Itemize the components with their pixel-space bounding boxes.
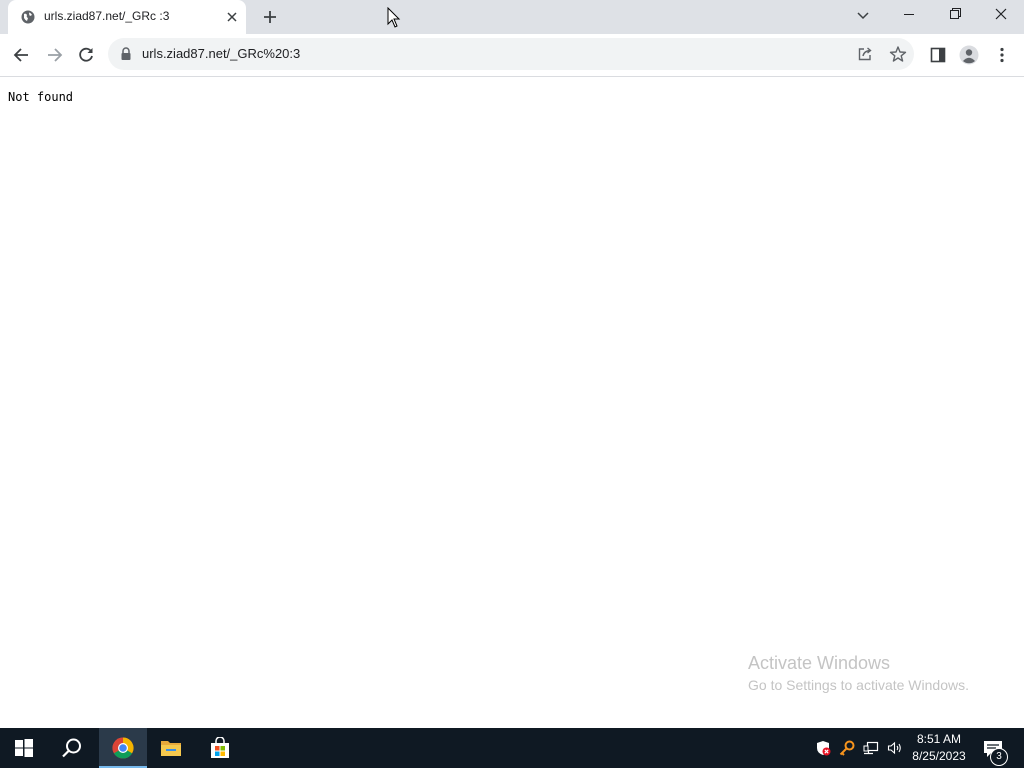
watermark-title: Activate Windows — [748, 653, 891, 673]
profile-icon[interactable] — [959, 45, 979, 65]
address-bar[interactable]: urls.ziad87.net/_GRc%20:3 — [108, 38, 914, 70]
folder-icon — [161, 741, 181, 756]
back-arrow-icon[interactable] — [12, 45, 32, 65]
chrome-icon — [112, 737, 134, 759]
tab-title: urls.ziad87.net/_GRc :3 — [44, 9, 170, 23]
watermark-subtitle: Go to Settings to activate Windows. — [748, 677, 969, 693]
browser-toolbar: urls.ziad87.net/_GRc%20:3 — [0, 34, 1024, 77]
tab-search-chevron-icon[interactable] — [854, 6, 872, 24]
microsoft-store-button[interactable] — [196, 728, 244, 768]
search-icon — [62, 738, 81, 758]
tab-strip: urls.ziad87.net/_GRc :3 — [0, 0, 1024, 34]
file-explorer-button[interactable] — [147, 728, 195, 768]
clock-time: 8:51 AM — [916, 732, 962, 746]
taskbar: 8:51 AM 8/25/2023 3 — [0, 728, 1024, 768]
windows-logo-icon — [15, 739, 33, 757]
kebab-menu-icon[interactable] — [992, 45, 1012, 65]
share-icon[interactable] — [857, 46, 873, 62]
browser-tab[interactable]: urls.ziad87.net/_GRc :3 — [8, 0, 246, 34]
volume-icon[interactable] — [887, 740, 903, 756]
store-bag-icon — [211, 737, 229, 758]
activate-windows-watermark: Activate Windows Go to Settings to activ… — [748, 652, 969, 695]
lock-icon[interactable] — [120, 47, 132, 61]
forward-arrow-icon[interactable] — [44, 45, 64, 65]
chrome-taskbar-button[interactable] — [99, 728, 147, 768]
network-icon[interactable] — [863, 740, 879, 756]
window-close-button[interactable] — [978, 0, 1024, 30]
security-shield-icon[interactable] — [815, 740, 831, 756]
page-body-text: Not found — [8, 90, 74, 104]
taskbar-clock[interactable]: 8:51 AM 8/25/2023 — [906, 731, 972, 765]
reload-icon[interactable] — [76, 45, 96, 65]
star-icon[interactable] — [889, 45, 907, 63]
restore-button[interactable] — [932, 0, 978, 30]
new-tab-button[interactable] — [261, 8, 279, 26]
url-text[interactable]: urls.ziad87.net/_GRc%20:3 — [142, 46, 300, 61]
key-icon[interactable] — [839, 740, 855, 756]
minimize-button[interactable] — [886, 0, 932, 30]
notification-count-badge: 3 — [990, 748, 1008, 766]
clock-date: 8/25/2023 — [912, 749, 966, 763]
side-panel-icon[interactable] — [928, 45, 948, 65]
close-icon[interactable] — [224, 9, 240, 25]
search-button[interactable] — [48, 728, 96, 768]
start-button[interactable] — [0, 728, 48, 768]
mouse-cursor-icon — [387, 7, 401, 28]
globe-icon — [21, 10, 35, 24]
